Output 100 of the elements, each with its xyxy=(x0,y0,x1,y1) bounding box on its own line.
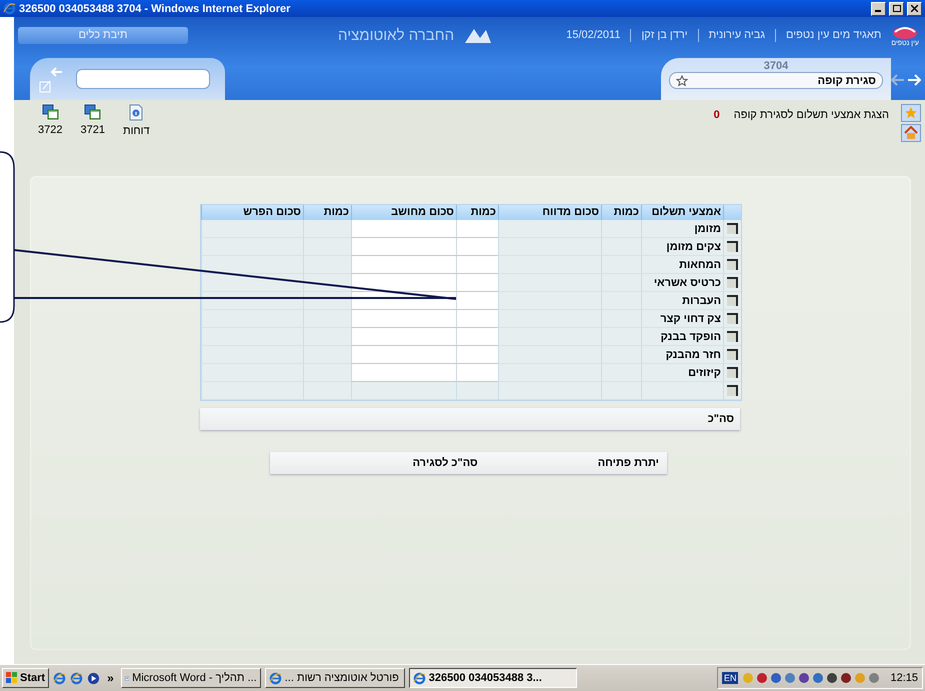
input-field[interactable] xyxy=(351,364,456,382)
table-cell xyxy=(303,292,351,310)
row-checkbox[interactable] xyxy=(727,367,738,378)
toolbar-button[interactable]: דוחות xyxy=(122,104,150,140)
table-cell xyxy=(303,382,351,400)
star-icon xyxy=(676,74,688,86)
windows-icon xyxy=(42,104,59,120)
payment-method: הופקד בבנק xyxy=(641,328,723,346)
info-page-icon xyxy=(128,104,144,121)
input-field[interactable] xyxy=(351,310,456,328)
table-cell xyxy=(303,328,351,346)
table-cell xyxy=(601,292,641,310)
table-cell xyxy=(303,220,351,238)
clock: 12:15 xyxy=(890,672,918,684)
media-player-icon[interactable] xyxy=(87,672,100,684)
table-cell xyxy=(303,346,351,364)
table-cell xyxy=(456,382,498,400)
close-button[interactable] xyxy=(907,2,922,16)
start-button[interactable]: Start xyxy=(2,668,50,688)
table-cell xyxy=(303,274,351,292)
payment-method: קיזוזים xyxy=(641,364,723,382)
back-arrow-icon[interactable] xyxy=(891,74,905,86)
row-checkbox[interactable] xyxy=(727,295,738,306)
department-name: גביה עירונית xyxy=(708,29,766,41)
table-cell xyxy=(601,382,641,400)
payment-method: מזומן xyxy=(641,220,723,238)
row-checkbox[interactable] xyxy=(727,223,738,234)
windows-logo-icon xyxy=(6,672,18,684)
forward-arrow-icon[interactable] xyxy=(907,74,921,86)
total-label: סה"כ xyxy=(708,413,734,425)
table-cell xyxy=(601,346,641,364)
row-checkbox[interactable] xyxy=(727,385,738,396)
input-field[interactable] xyxy=(456,220,498,238)
column-header: כמות xyxy=(456,205,498,220)
column-header: אמצעי תשלום xyxy=(641,205,723,220)
payment-method: חזר מהבנק xyxy=(641,346,723,364)
input-field[interactable] xyxy=(351,274,456,292)
row-checkbox[interactable] xyxy=(727,331,738,342)
home-icon xyxy=(904,126,918,140)
input-field[interactable] xyxy=(351,346,456,364)
input-field[interactable] xyxy=(456,292,498,310)
column-header: סכום הפרש xyxy=(201,205,303,220)
overflow-chevron[interactable]: » xyxy=(104,671,117,685)
table-cell xyxy=(601,220,641,238)
column-header: סכום מדווח xyxy=(498,205,601,220)
taskbar-button[interactable]: Microsoft Word - תהליך ... xyxy=(120,668,261,688)
maximize-button[interactable] xyxy=(889,2,904,16)
table-cell xyxy=(303,256,351,274)
input-field[interactable] xyxy=(456,346,498,364)
table-cell xyxy=(601,256,641,274)
search-field[interactable] xyxy=(76,69,210,89)
input-field[interactable] xyxy=(456,310,498,328)
browser-icon xyxy=(3,2,16,15)
row-checkbox[interactable] xyxy=(727,349,738,360)
page-code: 3704 xyxy=(764,60,788,72)
browser-icon xyxy=(268,672,282,684)
column-header xyxy=(723,205,741,220)
table-cell xyxy=(601,238,641,256)
input-field[interactable] xyxy=(456,256,498,274)
home-button[interactable] xyxy=(901,124,921,142)
payment-method: צק דחוי קצר xyxy=(641,310,723,328)
star-icon xyxy=(904,106,918,120)
input-field[interactable] xyxy=(456,274,498,292)
date-text: 15/02/2011 xyxy=(566,29,620,41)
browser-icon xyxy=(412,672,426,684)
company-name: החברה לאוטומציה xyxy=(338,26,454,44)
payment-method: העברות xyxy=(641,292,723,310)
table-cell xyxy=(601,310,641,328)
table-cell xyxy=(601,328,641,346)
input-field[interactable] xyxy=(351,220,456,238)
toolbar-button[interactable]: 3721 xyxy=(80,104,105,140)
row-checkbox[interactable] xyxy=(727,241,738,252)
input-field[interactable] xyxy=(351,256,456,274)
taskbar-button[interactable]: פורטל אוטומציה רשות ... xyxy=(264,668,405,688)
organization-name: תאגיד מים עין נטפים xyxy=(786,29,882,41)
taskbar-button[interactable]: 326500 034053488 3... xyxy=(408,668,577,688)
windows-icon xyxy=(84,104,102,120)
page-title-field[interactable]: סגירת קופה xyxy=(669,72,883,89)
input-field[interactable] xyxy=(456,328,498,346)
minimize-button[interactable] xyxy=(871,2,886,16)
input-field[interactable] xyxy=(456,364,498,382)
browser-icon xyxy=(53,672,66,684)
input-field[interactable] xyxy=(351,328,456,346)
user-name: ירדן בן זקן xyxy=(641,29,688,41)
row-checkbox[interactable] xyxy=(727,259,738,270)
row-checkbox[interactable] xyxy=(727,277,738,288)
table-cell xyxy=(601,274,641,292)
favorites-button[interactable] xyxy=(901,104,921,122)
language-indicator[interactable]: EN xyxy=(722,672,738,684)
payment-method: כרטיס אשראי xyxy=(641,274,723,292)
close-icon xyxy=(911,5,918,12)
window-title: 326500 034053488 3704 - Windows Internet Explorer xyxy=(19,2,292,14)
table-cell xyxy=(303,364,351,382)
toolbar-button[interactable]: 3722 xyxy=(38,104,62,140)
closing-total-label: סה"כ לסגירה xyxy=(412,457,478,469)
input-field[interactable] xyxy=(456,238,498,256)
row-checkbox[interactable] xyxy=(727,313,738,324)
input-field[interactable] xyxy=(351,238,456,256)
notice-count: 0 xyxy=(714,109,720,121)
maximize-icon xyxy=(892,5,900,12)
